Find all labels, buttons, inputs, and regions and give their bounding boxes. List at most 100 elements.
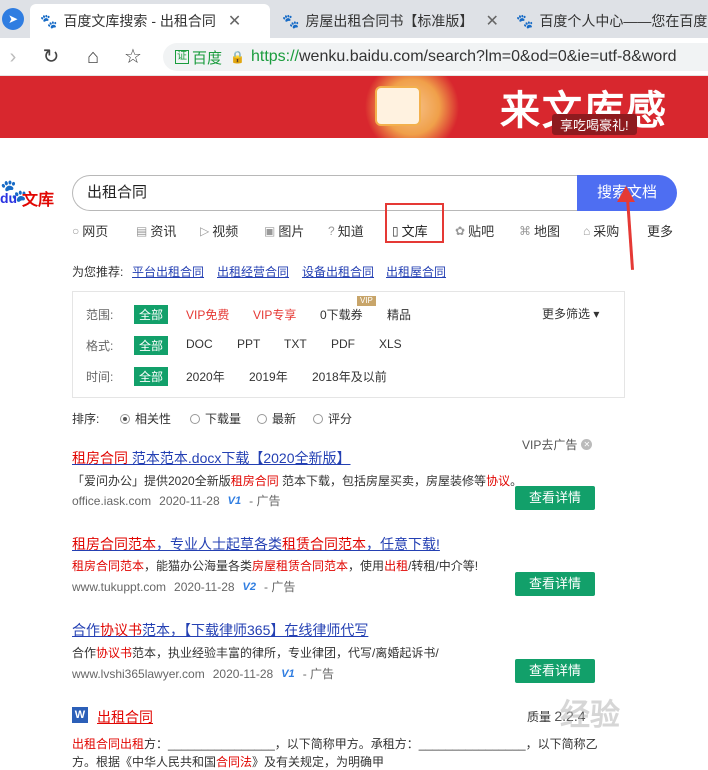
- result-site: www.lvshi365lawyer.com: [72, 666, 205, 681]
- filter-time-2020[interactable]: 2020年: [186, 368, 225, 385]
- vip-remove-ads[interactable]: VIP去广告 ✕: [522, 436, 593, 453]
- title-text: 范本，【下载律师365】在线律师代写: [142, 622, 369, 638]
- tab-label: 百度个人中心——您在百度: [539, 13, 708, 29]
- doc-snippet-line: 方。根据《中华人民共和国合同法》及有关规定，为明确甲: [72, 753, 384, 770]
- close-icon[interactable]: ✕: [485, 11, 498, 31]
- desc-highlight: 租房合同范本: [72, 559, 145, 573]
- close-icon[interactable]: ✕: [228, 11, 241, 31]
- tab-web[interactable]: ○ 网页: [72, 221, 108, 240]
- certificate-badge[interactable]: 证 百度: [175, 47, 222, 68]
- sort-label: 排序:: [72, 412, 100, 426]
- more-filters-label: 更多筛选: [542, 307, 591, 321]
- tab-video[interactable]: ▷ 视频: [200, 221, 238, 240]
- tab-label: 视频: [212, 224, 239, 239]
- sort-option-label: 相关性: [135, 412, 172, 426]
- title-highlight: 租房合同范本: [72, 536, 156, 552]
- tab-label: 知道: [337, 224, 364, 239]
- sort-rating[interactable]: 评分: [313, 410, 352, 427]
- paw-icon: ✿: [455, 223, 466, 238]
- desc-highlight: 合同法: [216, 755, 253, 769]
- filter-premium[interactable]: 精品: [387, 306, 411, 323]
- desc-text: 方：________________，以下简称甲方。承租方：__________…: [144, 737, 598, 751]
- browser-tab-bar: ➤ 🐾 百度文库搜索 - 出租合同 ✕ 🐾 房屋出租合同书【标准版】 ✕ 🐾 百…: [0, 0, 708, 38]
- tab-label: 图片: [278, 224, 305, 239]
- tab-label: 资讯: [150, 224, 177, 239]
- sort-downloads[interactable]: 下载量: [190, 410, 241, 427]
- tab-images[interactable]: ▣ 图片: [264, 221, 304, 240]
- result-date: 2020-11-28: [212, 666, 274, 681]
- recommend-link[interactable]: 设备出租合同: [302, 263, 374, 280]
- filter-vip-free[interactable]: VIP免费: [186, 306, 229, 323]
- radio-checked: [120, 413, 130, 424]
- tab-baidu-personal[interactable]: 🐾 百度个人中心——您在百度: [506, 4, 708, 38]
- filter-format-txt[interactable]: TXT: [284, 337, 307, 351]
- filter-format-all[interactable]: 全部: [134, 336, 169, 355]
- forward-icon[interactable]: ›: [0, 44, 26, 70]
- result-description: 租房合同范本，能猫办公海量各类房屋租赁合同范本，使用出租/转租/中介等!: [72, 557, 478, 574]
- baidu-paw-icon: 🐾: [516, 12, 534, 29]
- recommend-link[interactable]: 出租经营合同: [217, 263, 289, 280]
- result-title[interactable]: 合作协议书范本，【下载律师365】在线律师代写: [72, 620, 368, 640]
- result-title[interactable]: 租房合同范本，专业人士起草各类租赁合同范本，任意下载!: [72, 534, 440, 554]
- filter-time-2018[interactable]: 2018年及以前: [312, 368, 387, 385]
- view-details-button[interactable]: 查看详情: [515, 572, 595, 596]
- verified-badge-icon: V2: [242, 580, 257, 593]
- filter-format-xls[interactable]: XLS: [379, 337, 402, 351]
- baidu-paw-icon: 🐾: [282, 12, 300, 29]
- filter-time-2019[interactable]: 2019年: [249, 368, 288, 385]
- annotation-highlight-box: [385, 203, 444, 243]
- certificate-label: 百度: [192, 49, 223, 67]
- sort-newest[interactable]: 最新: [257, 410, 296, 427]
- sort-relevance[interactable]: 相关性: [120, 410, 171, 427]
- tab-map[interactable]: ⌘ 地图: [519, 221, 560, 240]
- filter-vip-exclusive[interactable]: VIP专享: [253, 306, 296, 323]
- baidu-paw-icon: 🐾: [40, 12, 58, 29]
- promo-banner[interactable]: 来文库感恩季 享吃喝豪礼!: [0, 76, 708, 138]
- word-doc-icon: W: [72, 707, 88, 723]
- close-icon[interactable]: ✕: [581, 439, 593, 450]
- result-meta: www.lvshi365lawyer.com 2020-11-28 V1 - 广告: [72, 665, 334, 682]
- filter-time-all[interactable]: 全部: [134, 367, 169, 386]
- star-icon[interactable]: ☆: [120, 44, 146, 70]
- address-bar[interactable]: 证 百度 🔒 https:// wenku.baidu.com/search?l…: [163, 43, 708, 71]
- tab-label: 贴吧: [468, 224, 495, 239]
- watermark-text: 经验: [560, 699, 620, 732]
- browser-logo-icon[interactable]: ➤: [2, 8, 24, 30]
- filter-format-pdf[interactable]: PDF: [331, 337, 355, 351]
- tab-news[interactable]: ▤ 资讯: [136, 221, 176, 240]
- recommend-link[interactable]: 平台出租合同: [132, 263, 204, 280]
- filter-range-all[interactable]: 全部: [134, 305, 169, 324]
- reload-icon[interactable]: ↻: [38, 44, 64, 70]
- tab-zhidao[interactable]: ? 知道: [328, 221, 364, 240]
- tab-more[interactable]: 更多: [647, 221, 673, 240]
- result-title[interactable]: 租房合同 范本范本.docx下载【2020全新版】: [72, 448, 351, 468]
- more-filters-dropdown[interactable]: 更多筛选 ▾: [542, 305, 599, 322]
- search-input[interactable]: 出租合同: [72, 175, 578, 211]
- verified-badge-icon: V1: [227, 494, 242, 507]
- tab-label: 地图: [534, 224, 561, 239]
- title-text: ，专业人士起草各类: [156, 536, 282, 552]
- recommend-link[interactable]: 出租屋合同: [386, 263, 446, 280]
- view-details-button[interactable]: 查看详情: [515, 659, 595, 683]
- doc-result-title[interactable]: 出租合同: [97, 707, 153, 727]
- desc-text: /转租/中介等!: [408, 559, 479, 573]
- home-icon[interactable]: ⌂: [80, 44, 106, 70]
- sort-option-label: 评分: [328, 412, 353, 426]
- doc-snippet-line: 出租合同出租方：________________，以下简称甲方。承租方：____…: [72, 735, 598, 752]
- filter-format-ppt[interactable]: PPT: [237, 337, 260, 351]
- view-details-button[interactable]: 查看详情: [515, 486, 595, 510]
- tab-label: 百度文库搜索 - 出租合同: [63, 13, 216, 29]
- tab-rental-contract[interactable]: 🐾 房屋出租合同书【标准版】 ✕: [272, 4, 502, 38]
- tab-label: 房屋出租合同书【标准版】: [305, 13, 474, 29]
- tab-wenku-search[interactable]: 🐾 百度文库搜索 - 出租合同 ✕: [30, 4, 270, 38]
- image-icon: ▣: [264, 223, 276, 238]
- result-meta: www.tukuppt.com 2020-11-28 V2 - 广告: [72, 578, 295, 595]
- lock-icon: 🔒: [230, 50, 245, 64]
- tab-tieba[interactable]: ✿ 贴吧: [455, 221, 494, 240]
- recommend-label: 为您推荐:: [72, 265, 124, 279]
- logo-wenku-text[interactable]: 文库: [22, 186, 54, 210]
- filter-zero-coupon[interactable]: 0下载券: [320, 306, 363, 323]
- filter-format-doc[interactable]: DOC: [186, 337, 213, 351]
- tab-shop[interactable]: ⌂ 采购: [583, 221, 619, 240]
- news-icon: ▤: [136, 223, 148, 238]
